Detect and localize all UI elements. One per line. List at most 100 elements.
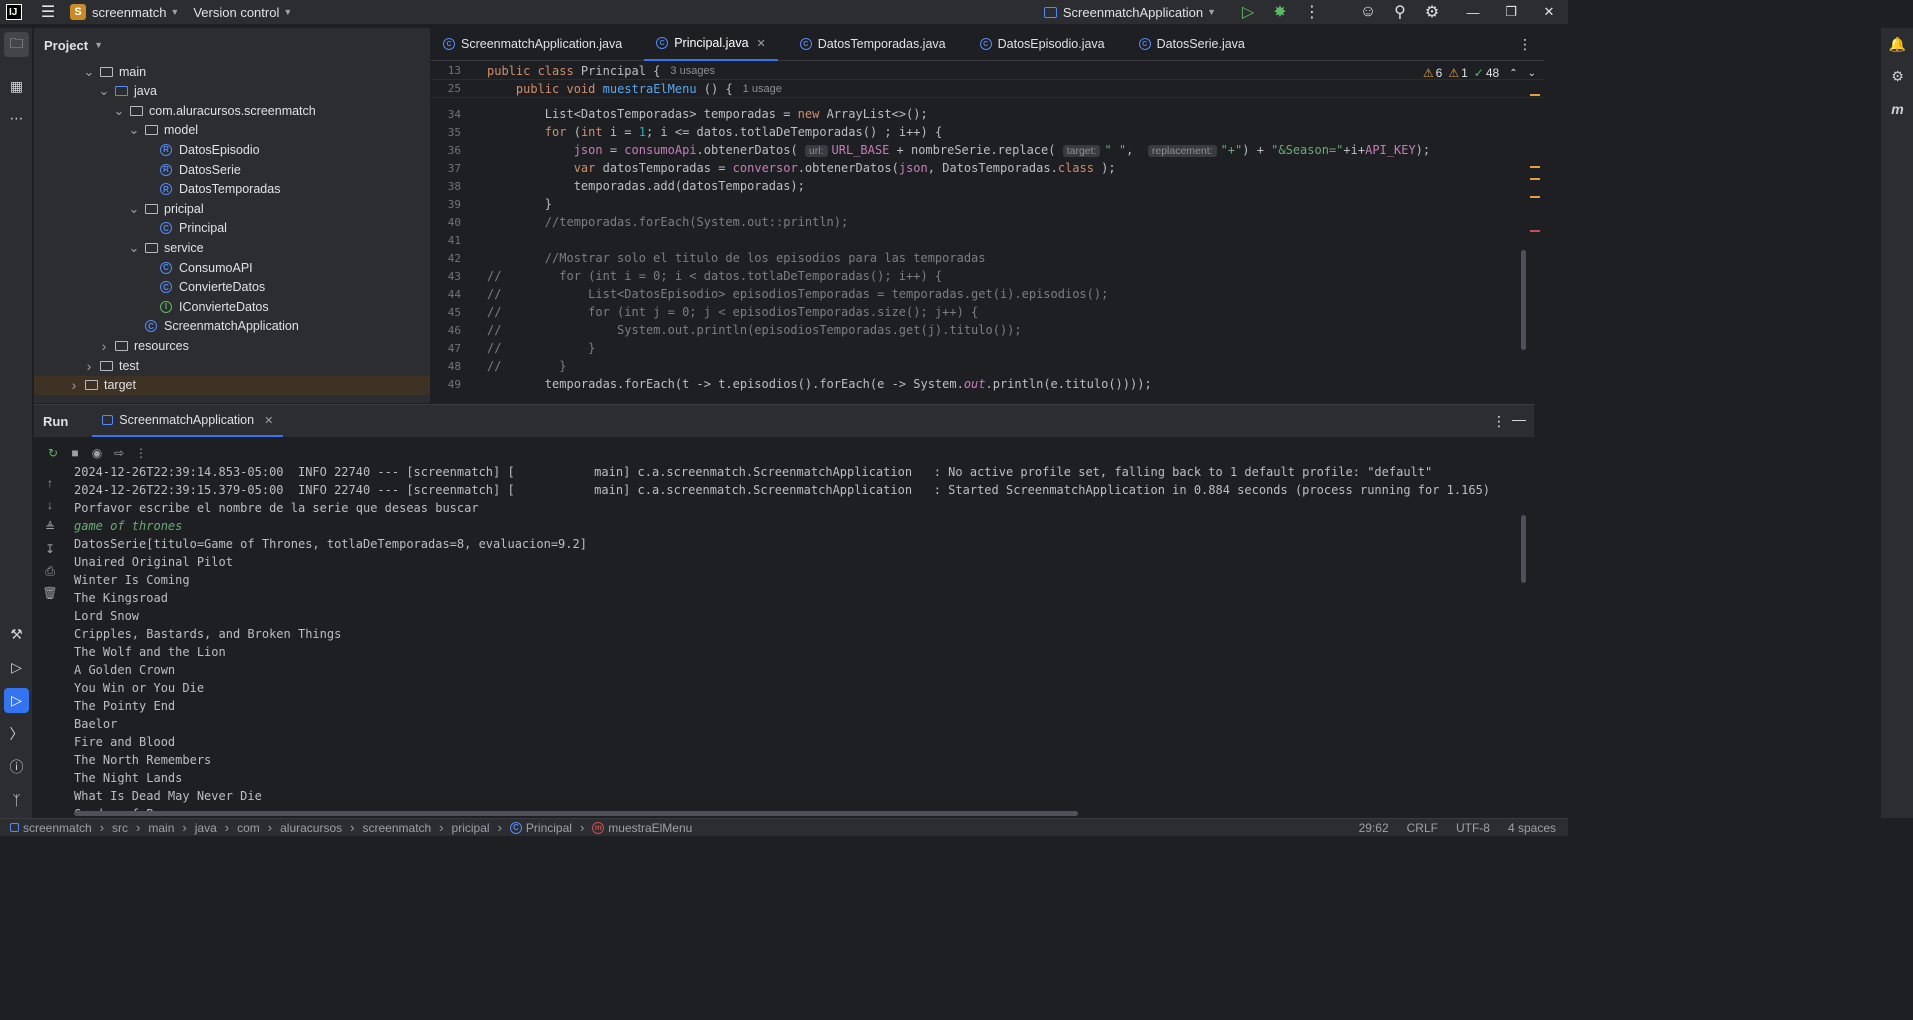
- error-stripe-mark[interactable]: [1530, 230, 1540, 232]
- tree-item[interactable]: R DatosSerie: [34, 160, 430, 179]
- tree-item[interactable]: I IConvierteDatos: [34, 297, 430, 316]
- inspection-widget[interactable]: ⚠ 6 ⚠ 1 ✓ 48 ⌃ ⌄: [1423, 66, 1536, 80]
- line-separator[interactable]: CRLF: [1407, 821, 1438, 835]
- version-control-menu[interactable]: Version control: [193, 5, 279, 20]
- notifications-bell-icon[interactable]: 🔔: [1885, 32, 1910, 57]
- usages-hint[interactable]: 1 usage: [743, 83, 782, 95]
- code-line[interactable]: 34 List<DatosTemporadas> temporadas = ne…: [431, 105, 1544, 123]
- more-options-icon[interactable]: ⋮: [1492, 413, 1506, 430]
- tree-item[interactable]: › test: [34, 356, 430, 375]
- chevron-down-icon[interactable]: ▼: [283, 7, 292, 17]
- caret-position[interactable]: 29:62: [1359, 821, 1389, 835]
- editor-tab[interactable]: C ScreenmatchApplication.java: [431, 28, 634, 61]
- build-hammer-icon[interactable]: ⚒: [4, 622, 29, 647]
- trash-icon[interactable]: 🗑: [42, 585, 58, 601]
- tree-item[interactable]: R DatosEpisodio: [34, 140, 430, 159]
- tree-item[interactable]: C Principal: [34, 219, 430, 238]
- code-line[interactable]: 36 json = consumoApi.obtenerDatos( url: U…: [431, 141, 1544, 159]
- chevron-down-icon[interactable]: ⌄: [83, 64, 95, 80]
- run-icon[interactable]: ▷: [1232, 0, 1264, 24]
- chevron-right-icon[interactable]: ›: [98, 338, 110, 354]
- more-tools-icon[interactable]: ⋯: [4, 106, 29, 131]
- editor-tab[interactable]: C DatosTemporadas.java: [788, 28, 958, 61]
- console-scrollbar[interactable]: [1521, 515, 1526, 583]
- rerun-icon[interactable]: ↻: [42, 442, 64, 464]
- file-encoding[interactable]: UTF-8: [1456, 821, 1490, 835]
- tree-item[interactable]: ⌄ java: [34, 82, 430, 101]
- terminal-icon[interactable]: 〉: [4, 721, 29, 746]
- tree-item[interactable]: C ScreenmatchApplication: [34, 317, 430, 336]
- run-configuration-selector[interactable]: ScreenmatchApplication ▼: [1043, 5, 1222, 20]
- code-line[interactable]: 43 // for (int i = 0; i < datos.totlaDeTe…: [431, 267, 1544, 285]
- breadcrumb-item[interactable]: pricipal: [452, 821, 490, 835]
- breadcrumb-item[interactable]: src: [112, 821, 128, 835]
- code-line[interactable]: 48 // }: [431, 357, 1544, 375]
- code-line[interactable]: 35 for (int i = 1; i <= datos.totlaDeTem…: [431, 123, 1544, 141]
- settings-gear-icon[interactable]: ⚙: [1416, 0, 1448, 24]
- exit-icon[interactable]: ⇨: [108, 442, 130, 464]
- minimize-panel-icon[interactable]: —: [1512, 411, 1526, 427]
- main-menu-icon[interactable]: ☰: [32, 0, 64, 24]
- search-icon[interactable]: ⚲: [1384, 0, 1416, 24]
- sticky-line[interactable]: 25 public void muestraElMenu () {1 usage: [431, 80, 1544, 98]
- tree-item[interactable]: › resources: [34, 336, 430, 355]
- breadcrumb-item[interactable]: main: [148, 821, 174, 835]
- chevron-up-icon[interactable]: ⌃: [1509, 68, 1517, 79]
- tab-more-icon[interactable]: ⋮: [1518, 36, 1532, 53]
- more-actions-icon[interactable]: ⋮: [1296, 0, 1328, 24]
- arrow-up-icon[interactable]: ↑: [42, 475, 58, 491]
- git-icon[interactable]: ᛉ: [4, 787, 29, 812]
- maven-icon[interactable]: m: [1885, 96, 1910, 121]
- chevron-down-icon[interactable]: ⌄: [128, 240, 140, 256]
- services-icon[interactable]: ▷: [4, 655, 29, 680]
- error-stripe-mark[interactable]: [1530, 196, 1540, 198]
- code-line[interactable]: 41: [431, 231, 1544, 249]
- close-window-button[interactable]: ✕: [1530, 0, 1568, 24]
- minimize-button[interactable]: —: [1454, 0, 1492, 24]
- tree-item[interactable]: ⌄ service: [34, 238, 430, 257]
- code-line[interactable]: 38 temporadas.add(datosTemporadas);: [431, 177, 1544, 195]
- stop-icon[interactable]: ■: [64, 442, 86, 464]
- project-name[interactable]: screenmatch: [92, 5, 166, 20]
- breadcrumb-item[interactable]: com: [237, 821, 260, 835]
- chevron-right-icon[interactable]: ›: [68, 377, 80, 393]
- usages-hint[interactable]: 3 usages: [670, 65, 715, 77]
- code-line[interactable]: 40 //temporadas.forEach(System.out::prin…: [431, 213, 1544, 231]
- tree-item[interactable]: ⌄ model: [34, 121, 430, 140]
- editor-tab[interactable]: C DatosEpisodio.java: [968, 28, 1117, 61]
- tree-item[interactable]: ⌄ main: [34, 62, 430, 81]
- chevron-down-icon[interactable]: ⌄: [1528, 68, 1536, 79]
- breadcrumb-item[interactable]: aluracursos: [280, 821, 342, 835]
- code-line[interactable]: 42 //Mostrar solo el titulo de los episo…: [431, 249, 1544, 267]
- print-icon[interactable]: ⎙: [42, 563, 58, 579]
- chevron-down-icon[interactable]: ▼: [170, 7, 179, 17]
- project-tool-icon[interactable]: 🗀: [4, 32, 29, 57]
- chevron-down-icon[interactable]: ⌄: [98, 83, 110, 99]
- editor-scrollbar[interactable]: [1521, 250, 1526, 350]
- code-line[interactable]: 46 // System.out.println(episodiosTempora…: [431, 321, 1544, 339]
- close-icon[interactable]: ✕: [264, 414, 273, 427]
- error-stripe-mark[interactable]: [1530, 94, 1540, 96]
- run-tool-icon[interactable]: ▷: [4, 688, 29, 713]
- problems-icon[interactable]: ⓘ: [4, 754, 29, 779]
- add-user-icon[interactable]: ☺: [1352, 0, 1384, 24]
- code-line[interactable]: 49 temporadas.forEach(t -> t.episodios()…: [431, 375, 1544, 393]
- debug-icon[interactable]: ✸: [1264, 0, 1296, 24]
- sticky-line[interactable]: 13 public class Principal {3 usages: [431, 62, 1544, 80]
- run-tab[interactable]: ScreenmatchApplication ✕: [92, 405, 284, 437]
- code-line[interactable]: 39 }: [431, 195, 1544, 213]
- chevron-down-icon[interactable]: ⌄: [128, 122, 140, 138]
- tree-item[interactable]: C ConsumoAPI: [34, 258, 430, 277]
- tree-item[interactable]: R DatosTemporadas: [34, 180, 430, 199]
- console-horizontal-scrollbar[interactable]: [74, 811, 1078, 816]
- chevron-down-icon[interactable]: ⌄: [113, 103, 125, 119]
- project-badge[interactable]: S: [70, 4, 86, 20]
- tree-item[interactable]: › target: [34, 375, 430, 395]
- more-actions-icon[interactable]: ⋮: [130, 442, 152, 464]
- tree-item[interactable]: ⌄ pricipal: [34, 199, 430, 218]
- chevron-down-icon[interactable]: ⌄: [128, 201, 140, 217]
- code-line[interactable]: 47 // }: [431, 339, 1544, 357]
- code-line[interactable]: 37 var datosTemporadas = conversor.obten…: [431, 159, 1544, 177]
- breadcrumb-item[interactable]: screenmatch: [23, 821, 92, 835]
- breadcrumb-item[interactable]: java: [195, 821, 217, 835]
